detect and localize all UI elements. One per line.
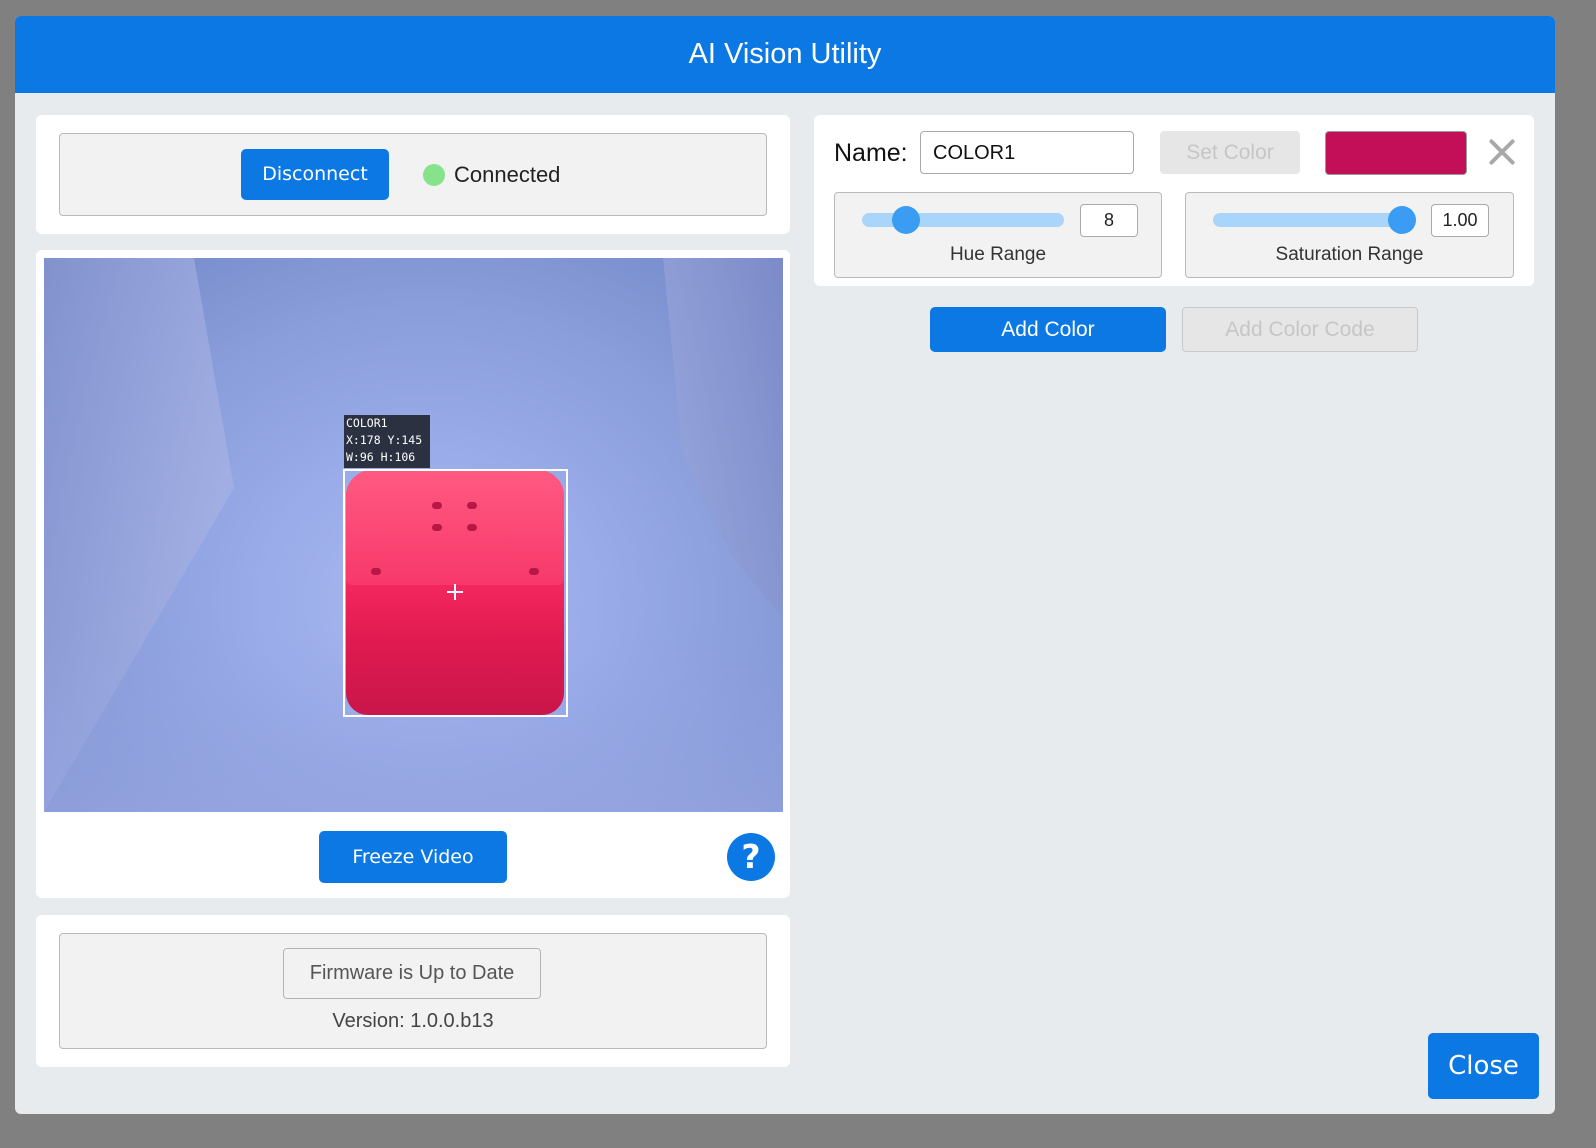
close-button[interactable]: Close [1428, 1033, 1539, 1099]
remove-color-icon[interactable] [1487, 137, 1517, 167]
detection-coords: X:178 Y:145 [346, 433, 423, 447]
saturation-slider-thumb[interactable] [1388, 206, 1416, 234]
ai-vision-dialog: AI Vision Utility Disconnect Connected C… [15, 16, 1555, 1114]
detection-label: COLOR1 X:178 Y:145 W:96 H:106 [344, 415, 430, 468]
hue-range-label: Hue Range [949, 244, 1047, 265]
camera-feed: COLOR1 X:178 Y:145 W:96 H:106 [44, 258, 783, 812]
connection-status-icon [423, 164, 445, 186]
add-color-code-button[interactable]: Add Color Code [1182, 307, 1418, 352]
disconnect-button[interactable]: Disconnect [241, 149, 389, 200]
color-name-input[interactable]: COLOR1 [920, 131, 1134, 174]
set-color-button[interactable]: Set Color [1160, 131, 1300, 174]
dialog-title: AI Vision Utility [15, 16, 1555, 93]
firmware-box: Firmware is Up to Date Version: 1.0.0.b1… [59, 933, 767, 1049]
color-config-card: Name: COLOR1 Set Color 8 Hue Range 1.00 … [814, 115, 1534, 286]
color-swatch[interactable] [1325, 131, 1467, 175]
saturation-range-label: Saturation Range [1275, 244, 1424, 265]
saturation-value-input[interactable]: 1.00 [1431, 204, 1489, 237]
freeze-video-button[interactable]: Freeze Video [319, 831, 507, 883]
connection-box: Disconnect Connected [59, 133, 767, 216]
help-icon[interactable]: ? [727, 833, 775, 881]
detection-name: COLOR1 [346, 416, 388, 430]
hue-slider-thumb[interactable] [892, 206, 920, 234]
saturation-slider-track[interactable] [1213, 213, 1415, 227]
crosshair-icon [447, 584, 463, 600]
add-color-button[interactable]: Add Color [930, 307, 1166, 352]
video-card: COLOR1 X:178 Y:145 W:96 H:106 Freeze Vid… [36, 250, 790, 898]
firmware-version: Version: 1.0.0.b13 [332, 1010, 494, 1032]
hue-range-box: 8 Hue Range [834, 192, 1162, 278]
connection-card: Disconnect Connected [36, 115, 790, 234]
detection-size: W:96 H:106 [346, 450, 416, 464]
connection-status: Connected [454, 162, 561, 187]
hue-value-input[interactable]: 8 [1080, 204, 1138, 237]
firmware-status-button[interactable]: Firmware is Up to Date [283, 948, 541, 999]
saturation-range-box: 1.00 Saturation Range [1185, 192, 1514, 278]
name-label: Name: [834, 139, 908, 167]
firmware-card: Firmware is Up to Date Version: 1.0.0.b1… [36, 915, 790, 1067]
